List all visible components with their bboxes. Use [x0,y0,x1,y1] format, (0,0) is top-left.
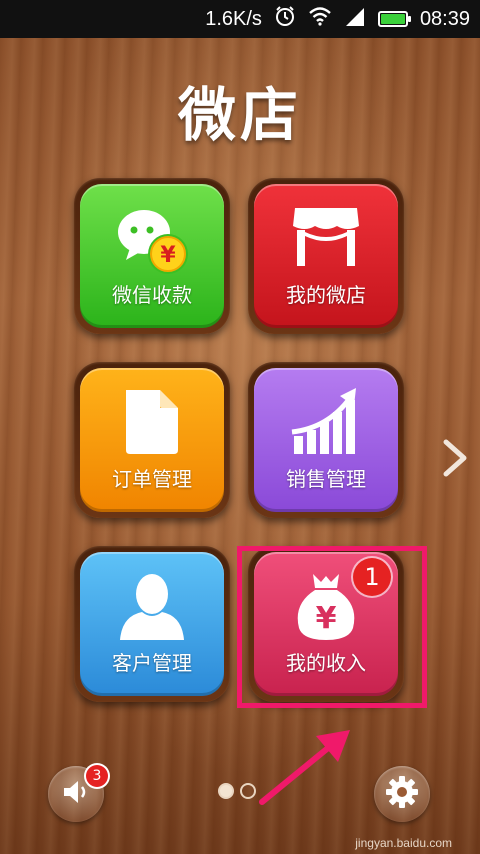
gear-icon [385,775,419,813]
pointer-arrow [258,726,358,810]
status-bar: 1.6K/s 08:39 [0,0,480,38]
tile-frame-orders: 订单管理 [74,362,230,518]
tile-my-store[interactable]: 我的微店 [254,184,398,328]
tile-label: 客户管理 [112,651,192,675]
signal-icon [344,6,366,32]
battery-icon [377,11,411,27]
page-dot-active [218,783,234,799]
growth-chart-icon [254,386,398,458]
next-page-arrow[interactable] [440,438,470,478]
tile-label: 销售管理 [286,467,366,491]
tile-sales[interactable]: 销售管理 [254,368,398,512]
tile-wechat-pay[interactable]: ¥ 微信收款 [80,184,224,328]
watermark: jingyan.baidu.com [355,836,452,850]
page-dot [240,783,256,799]
speaker-icon [61,778,91,810]
page-indicator [218,783,256,799]
network-speed: 1.6K/s [205,7,262,30]
sound-badge: 3 [86,765,108,787]
tile-frame-wechat-pay: ¥ 微信收款 [74,178,230,334]
settings-button[interactable] [374,766,430,822]
person-icon [80,570,224,642]
alarm-icon [274,5,296,33]
wifi-icon [308,6,332,32]
svg-text:¥: ¥ [160,243,176,268]
clock: 08:39 [419,7,470,30]
tile-frame-my-store: 我的微店 [248,178,404,334]
tile-label: 我的微店 [286,283,366,307]
tile-label: 订单管理 [112,467,192,491]
document-icon [80,386,224,458]
storefront-icon [254,202,398,272]
chat-yuan-icon: ¥ [80,202,224,282]
tile-label: 微信收款 [112,283,192,307]
tile-orders[interactable]: 订单管理 [80,368,224,512]
tile-frame-customers: 客户管理 [74,546,230,702]
tile-frame-sales: 销售管理 [248,362,404,518]
tile-customers[interactable]: 客户管理 [80,552,224,696]
app-title: 微店 [177,81,302,149]
highlight-frame [237,546,427,708]
